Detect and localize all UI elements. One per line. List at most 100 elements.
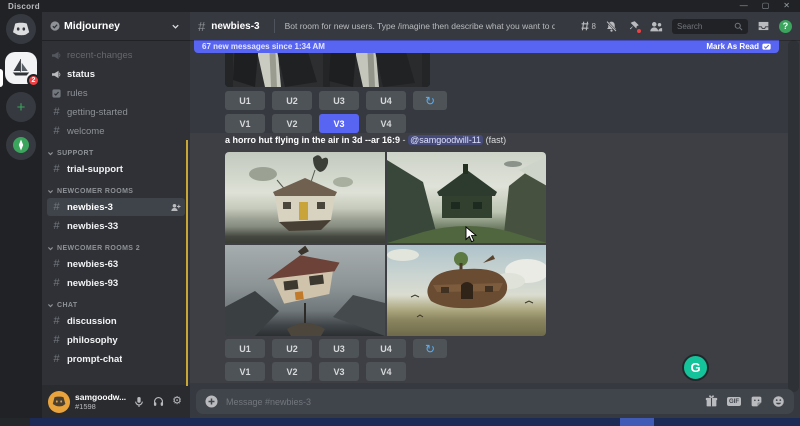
taskbar-highlight-segment [620,418,654,426]
channel-recent-changes[interactable]: recent-changes [47,46,185,64]
help-icon[interactable]: ? [779,20,792,33]
channel-newbies-3[interactable]: # newbies-3 [47,198,185,216]
u4-button[interactable]: U4 [366,339,406,358]
channel-title: newbies-3 [211,21,259,32]
u3-button[interactable]: U3 [319,339,359,358]
minimize-button[interactable]: — [740,0,748,12]
hash-icon: # [51,316,62,327]
member-list-icon[interactable] [649,20,663,33]
gear-icon[interactable]: ⚙ [170,394,184,410]
threads-icon[interactable]: 8 [579,20,596,32]
mic-icon[interactable] [132,394,146,410]
channel-getting-started[interactable]: # getting-started [47,103,185,121]
chat-scrollbar[interactable] [788,40,799,392]
user-info[interactable]: samgoodw... #1598 [75,392,127,411]
gift-icon[interactable] [705,395,718,408]
image-quadrant-1[interactable] [225,152,385,243]
avatar[interactable] [48,391,70,413]
channel-prompt-chat[interactable]: # prompt-chat [47,350,185,368]
headphones-icon[interactable] [151,394,165,410]
channel-label: newbies-3 [67,202,113,213]
v3-button-active[interactable]: V3 [319,114,359,133]
close-button[interactable]: ✕ [783,0,790,12]
main-chat: # newbies-3 Bot room for new users. Type… [190,12,800,418]
server-rail: 2 + [0,12,42,418]
search-input[interactable]: Search [672,19,748,34]
prompt-text: a horro hut flying in the air in 3d --ar… [225,135,400,145]
server-header[interactable]: Midjourney [42,12,190,40]
inbox-icon[interactable] [757,20,770,32]
hash-icon: # [51,278,62,289]
channel-rules[interactable]: rules [47,84,185,102]
taskbar-left-segment [0,418,30,426]
current-v-button-row: V1 V2 V3 V4 [225,362,406,381]
header-icons: 8 Search ? [579,19,792,34]
verified-badge-icon [50,21,60,31]
section-support[interactable]: SUPPORT [42,146,190,160]
previous-u-button-row: U1 U2 U3 U4 ↻ [225,91,447,110]
new-messages-bar[interactable]: 67 new messages since 1:34 AM Mark As Re… [194,40,779,53]
notifications-muted-icon[interactable] [605,20,618,33]
generated-image-grid[interactable] [225,152,546,336]
channel-philosophy[interactable]: # philosophy [47,331,185,349]
mark-as-read-button[interactable]: Mark As Read [706,42,771,51]
image-quadrant-3[interactable] [225,245,385,336]
megaphone-icon [51,50,62,61]
compass-icon [12,136,30,154]
refresh-icon: ↻ [425,94,435,108]
section-chat[interactable]: CHAT [42,298,190,312]
message-composer: GIF [196,389,794,414]
v2-button[interactable]: V2 [272,362,312,381]
channel-newbies-33[interactable]: # newbies-33 [47,217,185,235]
u1-button[interactable]: U1 [225,339,265,358]
reroll-button[interactable]: ↻ [413,91,447,110]
reroll-button[interactable]: ↻ [413,339,447,358]
megaphone-icon [51,69,62,80]
channel-label: trial-support [67,164,123,175]
add-server-button[interactable]: + [6,92,36,122]
window-title: Discord [8,2,40,11]
hash-icon: # [51,126,62,137]
emoji-icon[interactable] [772,395,785,408]
channel-topic[interactable]: Bot room for new users. Type /imagine th… [285,21,555,31]
v3-button[interactable]: V3 [319,362,359,381]
v4-button[interactable]: V4 [366,114,406,133]
channel-label: newbies-33 [67,221,118,232]
channel-welcome[interactable]: # welcome [47,122,185,140]
maximize-button[interactable]: ▢ [762,0,770,12]
thread-count: 8 [592,22,596,31]
gif-picker-icon[interactable]: GIF [727,397,741,406]
hash-icon: # [198,19,205,34]
create-invite-icon[interactable] [170,202,181,213]
rules-icon [51,88,62,99]
server-icon-midjourney[interactable]: 2 [5,52,37,84]
channel-trial-support[interactable]: # trial-support [47,160,185,178]
channel-newbies-93[interactable]: # newbies-93 [47,274,185,292]
section-newcomer-rooms[interactable]: NEWCOMER ROOMS [42,184,190,198]
image-quadrant-4[interactable] [387,245,547,336]
channel-label: welcome [67,126,105,137]
u2-button[interactable]: U2 [272,339,312,358]
v2-button[interactable]: V2 [272,114,312,133]
channel-newbies-63[interactable]: # newbies-63 [47,255,185,273]
u1-button[interactable]: U1 [225,91,265,110]
v1-button[interactable]: V1 [225,362,265,381]
grammarly-icon[interactable]: G [682,354,709,381]
channel-discussion[interactable]: # discussion [47,312,185,330]
attach-plus-icon[interactable] [205,395,218,408]
channel-status[interactable]: status [47,65,185,83]
sticker-icon[interactable] [750,395,763,408]
u3-button[interactable]: U3 [319,91,359,110]
v4-button[interactable]: V4 [366,362,406,381]
u4-button[interactable]: U4 [366,91,406,110]
grammarly-letter: G [690,360,700,375]
section-newcomer-rooms-2[interactable]: NEWCOMER ROOMS 2 [42,241,190,255]
explore-servers-button[interactable] [6,130,36,160]
message-input[interactable] [226,397,697,407]
home-button[interactable] [6,14,36,44]
v1-button[interactable]: V1 [225,114,265,133]
search-placeholder: Search [677,22,734,31]
pinned-messages-icon[interactable] [627,20,640,33]
u2-button[interactable]: U2 [272,91,312,110]
user-mention[interactable]: @samgoodwill-11 [408,135,483,145]
